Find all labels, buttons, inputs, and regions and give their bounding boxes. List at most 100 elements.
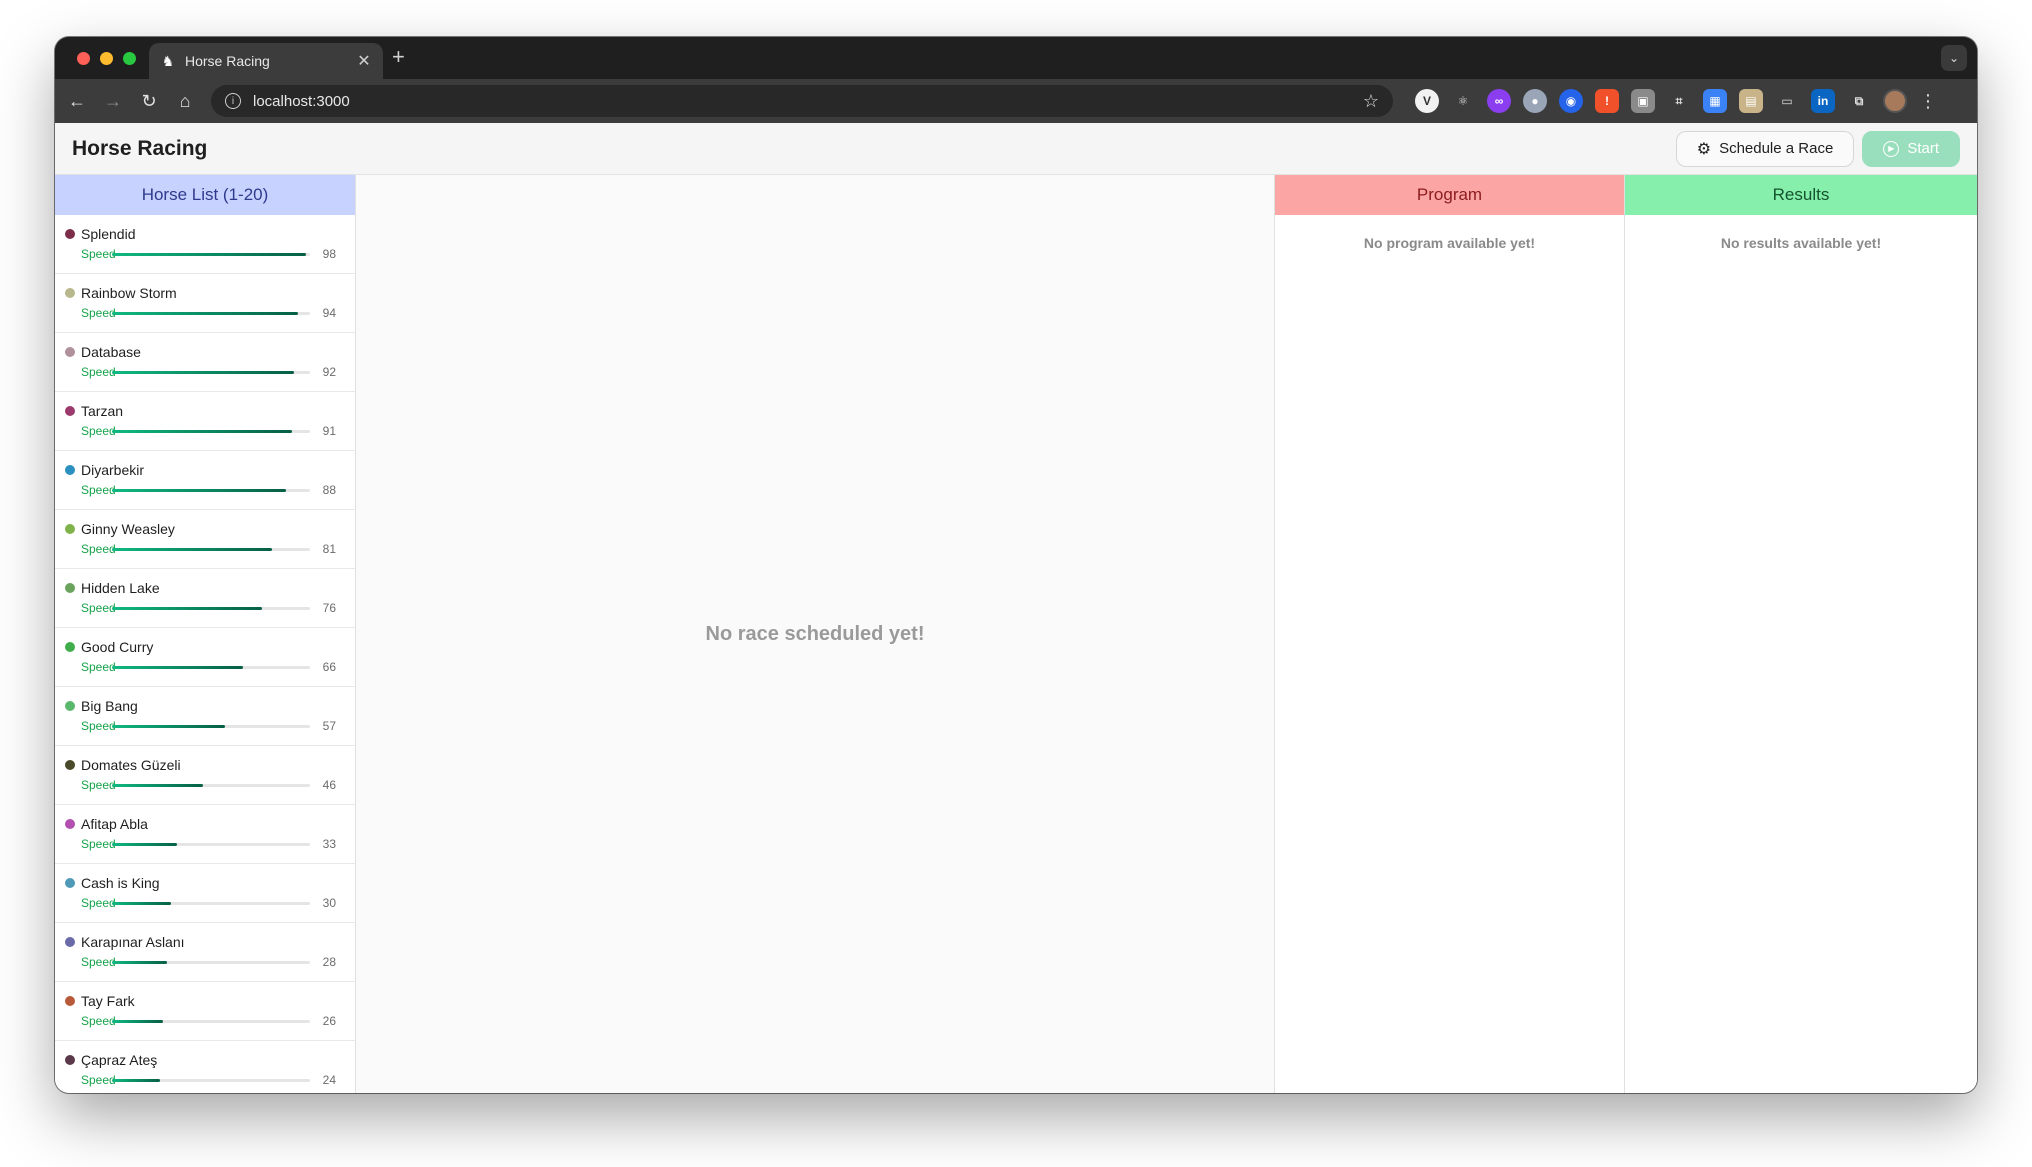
site-info-icon[interactable]: i <box>225 93 241 109</box>
race-track-area: No race scheduled yet! <box>356 175 1274 1093</box>
tab-strip: ♞ Horse Racing ✕ + ⌄ <box>55 37 1977 79</box>
speed-label: Speed <box>81 542 116 556</box>
profile-avatar[interactable] <box>1883 89 1907 113</box>
tab-search-icon[interactable]: ⌄ <box>1941 45 1967 71</box>
speed-label: Speed <box>81 660 116 674</box>
speed-label: Speed <box>81 1073 116 1087</box>
speed-value: 91 <box>322 424 336 438</box>
extensions-puzzle-icon[interactable]: ⧉ <box>1847 89 1871 113</box>
extension-crop-icon[interactable]: ⌗ <box>1667 89 1691 113</box>
speed-bar-fill <box>112 606 263 610</box>
speed-label: Speed <box>81 955 116 969</box>
horse-list-item: Tarzan Speed 91 <box>55 392 355 451</box>
extension-page-icon[interactable]: ▣ <box>1631 89 1655 113</box>
horse-color-dot <box>65 642 75 652</box>
speed-bar <box>112 1019 310 1023</box>
bookmark-star-icon[interactable]: ☆ <box>1363 91 1379 112</box>
horse-name: Big Bang <box>81 698 138 714</box>
home-icon[interactable]: ⌂ <box>167 91 203 112</box>
speed-value: 24 <box>322 1073 336 1087</box>
speed-value: 94 <box>322 306 336 320</box>
horse-list-item: Diyarbekir Speed 88 <box>55 451 355 510</box>
horse-color-dot <box>65 701 75 711</box>
close-tab-icon[interactable]: ✕ <box>355 51 373 71</box>
speed-label: Speed <box>81 365 116 379</box>
horse-name: Good Curry <box>81 639 154 655</box>
speed-value: 98 <box>322 247 336 261</box>
extension-purple-icon[interactable]: ∞ <box>1487 89 1511 113</box>
horse-name: Hidden Lake <box>81 580 160 596</box>
horse-name: Karapınar Aslanı <box>81 934 185 950</box>
results-panel: Results No results available yet! <box>1625 175 1977 1093</box>
extension-react-icon[interactable]: ⚛ <box>1451 89 1475 113</box>
program-header: Program <box>1275 175 1624 215</box>
browser-tab[interactable]: ♞ Horse Racing ✕ <box>149 43 383 79</box>
extension-shield-icon[interactable]: ! <box>1595 89 1619 113</box>
extension-circle-icon[interactable]: ● <box>1523 89 1547 113</box>
horse-list-item: Cash is King Speed 30 <box>55 864 355 923</box>
horse-list-item: Rainbow Storm Speed 94 <box>55 274 355 333</box>
browser-menu-icon[interactable]: ⋮ <box>1919 91 1937 112</box>
race-empty-message: No race scheduled yet! <box>705 622 925 645</box>
horse-color-dot <box>65 1055 75 1065</box>
speed-value: 30 <box>322 896 336 910</box>
browser-window: ♞ Horse Racing ✕ + ⌄ ← → ↻ ⌂ i localhost… <box>55 37 1977 1093</box>
horse-name: Ginny Weasley <box>81 521 175 537</box>
new-tab-icon[interactable]: + <box>392 46 405 68</box>
app-root: Horse Racing ⚙ Schedule a Race ▶ Start H… <box>55 123 1977 1093</box>
start-button[interactable]: ▶ Start <box>1862 130 1960 167</box>
address-bar[interactable]: i localhost:3000 ☆ <box>211 85 1393 117</box>
extension-monitor-icon[interactable]: ▭ <box>1775 89 1799 113</box>
minimize-window-button[interactable] <box>100 52 113 65</box>
speed-bar <box>112 901 310 905</box>
horse-list-item: Tay Fark Speed 26 <box>55 982 355 1041</box>
url-text[interactable]: localhost:3000 <box>253 93 1363 110</box>
speed-value: 46 <box>322 778 336 792</box>
horse-name: Afitap Abla <box>81 816 148 832</box>
reload-icon[interactable]: ↻ <box>131 91 167 112</box>
app-header: Horse Racing ⚙ Schedule a Race ▶ Start <box>55 123 1977 175</box>
speed-bar <box>112 547 310 551</box>
close-window-button[interactable] <box>77 52 90 65</box>
speed-label: Speed <box>81 1014 116 1028</box>
horse-name: Diyarbekir <box>81 462 145 478</box>
back-icon[interactable]: ← <box>59 91 95 112</box>
horse-color-dot <box>65 937 75 947</box>
speed-bar-fill <box>112 783 204 787</box>
program-empty-message: No program available yet! <box>1363 235 1536 251</box>
horse-list: Splendid Speed 98 Rainbow Storm Speed 94 Datab… <box>55 215 355 1093</box>
speed-bar <box>112 311 310 315</box>
extension-linkedin-icon[interactable]: in <box>1811 89 1835 113</box>
speed-bar-fill <box>112 1019 164 1023</box>
extension-v-icon[interactable]: V <box>1415 89 1439 113</box>
horse-icon: ♞ <box>161 52 175 69</box>
play-icon: ▶ <box>1883 140 1900 157</box>
speed-value: 76 <box>322 601 336 615</box>
horse-list-item: Big Bang Speed 57 <box>55 687 355 746</box>
horse-name: Database <box>81 344 141 360</box>
speed-bar <box>112 429 310 433</box>
forward-icon[interactable]: → <box>95 91 131 112</box>
speed-value: 88 <box>322 483 336 497</box>
speed-bar-fill <box>112 547 273 551</box>
speed-bar-fill <box>112 960 168 964</box>
horse-color-dot <box>65 524 75 534</box>
speed-bar <box>112 252 310 256</box>
extension-note-icon[interactable]: ▤ <box>1739 89 1763 113</box>
speed-value: 57 <box>322 719 336 733</box>
speed-bar <box>112 783 310 787</box>
speed-bar-fill <box>112 429 293 433</box>
extension-blue-icon[interactable]: ◉ <box>1559 89 1583 113</box>
speed-bar <box>112 488 310 492</box>
speed-label: Speed <box>81 247 116 261</box>
speed-bar <box>112 960 310 964</box>
horse-name: Çapraz Ateş <box>81 1052 158 1068</box>
horse-list-item: Çapraz Ateş Speed 24 <box>55 1041 355 1093</box>
speed-bar-fill <box>112 842 178 846</box>
tab-title: Horse Racing <box>185 53 270 69</box>
maximize-window-button[interactable] <box>123 52 136 65</box>
horse-color-dot <box>65 347 75 357</box>
schedule-race-button[interactable]: ⚙ Schedule a Race <box>1675 130 1855 167</box>
extension-grid-icon[interactable]: ▦ <box>1703 89 1727 113</box>
extensions-bar: V ⚛ ∞ ● ◉ ! ▣ ⌗ ▦ ▤ ▭ in ⧉ ⋮ <box>1415 89 1937 113</box>
